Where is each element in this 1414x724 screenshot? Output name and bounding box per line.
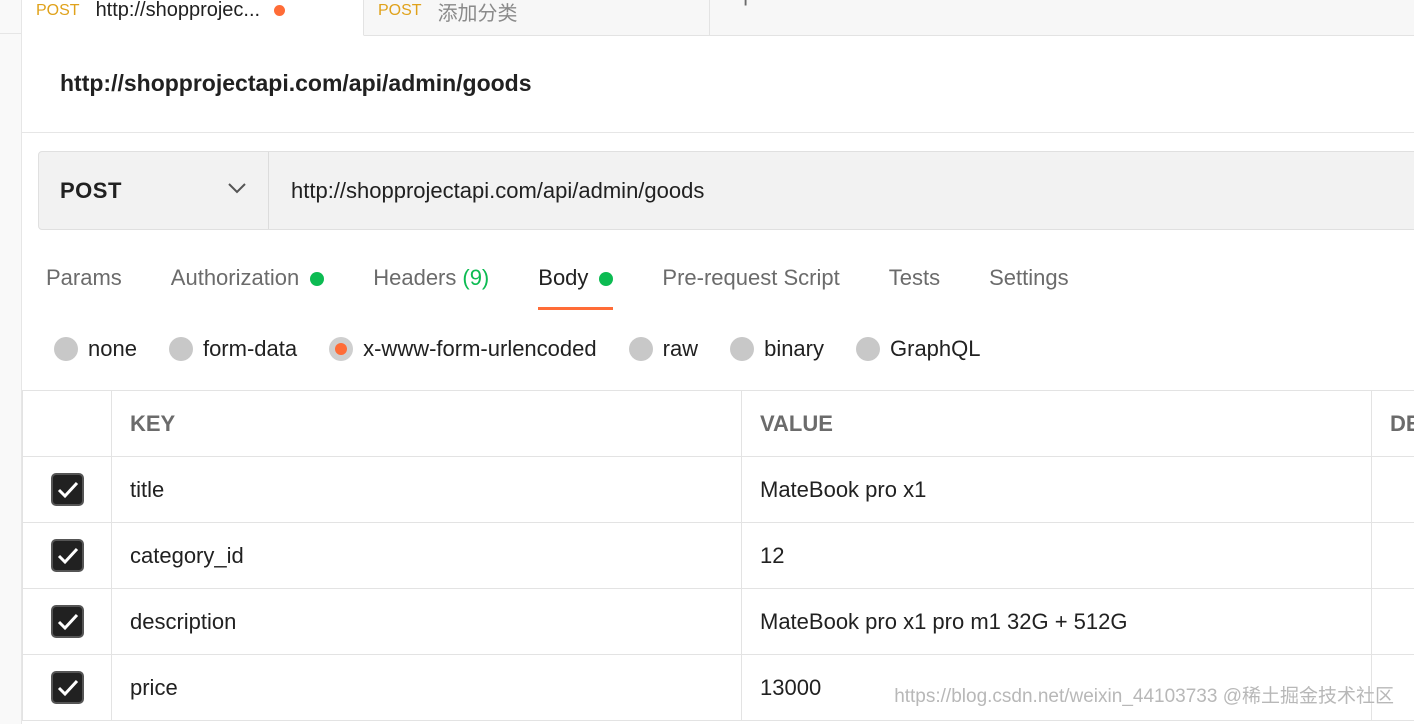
watermark: https://blog.csdn.net/weixin_44103733 @稀… bbox=[894, 686, 1394, 707]
headers-count: (9) bbox=[462, 265, 490, 290]
method-label: POST bbox=[60, 177, 122, 203]
radio-button[interactable] bbox=[856, 337, 880, 361]
radio-label: none bbox=[88, 336, 137, 361]
radio-button[interactable] bbox=[168, 337, 193, 361]
radio-label: binary bbox=[764, 336, 824, 361]
tab-headers[interactable]: Headers (9) bbox=[373, 262, 489, 310]
body-type-selector: none form-data x-www-form-urlencoded raw… bbox=[54, 336, 1013, 362]
description-cell[interactable] bbox=[1371, 588, 1414, 655]
body-type-urlencoded[interactable]: x-www-form-urlencoded bbox=[329, 336, 597, 362]
row-checkbox[interactable] bbox=[50, 539, 84, 572]
add-tab-button[interactable]: + bbox=[738, 0, 753, 15]
request-subtabs: Params Authorization Headers (9) Body Pre… bbox=[46, 262, 1118, 310]
table-header-row: KEY VALUE DE bbox=[22, 390, 1414, 457]
table-row: category_id 12 bbox=[22, 522, 1414, 589]
tab-label: Headers bbox=[373, 265, 457, 290]
tab-tests[interactable]: Tests bbox=[889, 262, 940, 310]
column-header-value: VALUE bbox=[741, 390, 1372, 457]
tab-label: Tests bbox=[888, 265, 941, 290]
key-cell[interactable]: price bbox=[111, 654, 742, 721]
status-dot-icon bbox=[599, 272, 614, 286]
tab-label: Pre-request Script bbox=[662, 265, 840, 290]
column-header-key: KEY bbox=[111, 390, 742, 457]
body-type-graphql[interactable]: GraphQL bbox=[856, 336, 981, 362]
unsaved-changes-dot bbox=[274, 5, 286, 16]
request-tab-strip: POST http://shopprojec... POST 添加分类 + bbox=[22, 0, 1414, 36]
key-cell[interactable]: description bbox=[111, 588, 742, 655]
left-sidebar-gutter bbox=[0, 0, 22, 724]
tab-authorization[interactable]: Authorization bbox=[170, 262, 325, 310]
request-name[interactable]: http://shopprojectapi.com/api/admin/good… bbox=[60, 70, 532, 97]
tab-title: http://shopprojec... bbox=[95, 0, 261, 21]
table-row: description MateBook pro x1 pro m1 32G +… bbox=[22, 588, 1414, 655]
tab-label: Params bbox=[46, 265, 122, 290]
checkmark-icon bbox=[57, 481, 78, 499]
value-cell[interactable]: MateBook pro x1 bbox=[741, 456, 1372, 523]
row-checkbox[interactable] bbox=[50, 605, 84, 638]
value-cell[interactable]: 12 bbox=[741, 522, 1372, 589]
body-type-none[interactable]: none bbox=[54, 336, 137, 362]
tab-label: Body bbox=[538, 265, 589, 290]
description-cell[interactable] bbox=[1371, 456, 1414, 523]
table-row: title MateBook pro x1 bbox=[22, 456, 1414, 523]
request-tab[interactable]: POST 添加分类 bbox=[364, 0, 710, 36]
tab-body[interactable]: Body bbox=[538, 262, 614, 310]
table-header-checkbox-column bbox=[22, 390, 112, 457]
checkmark-icon bbox=[57, 679, 78, 697]
request-tab-active[interactable]: POST http://shopprojec... bbox=[22, 0, 364, 36]
tab-title: 添加分类 bbox=[437, 2, 518, 25]
radio-label: raw bbox=[662, 336, 699, 361]
tab-params[interactable]: Params bbox=[46, 262, 122, 310]
radio-label: GraphQL bbox=[890, 336, 981, 361]
key-cell[interactable]: title bbox=[111, 456, 742, 523]
column-header-description: DE bbox=[1371, 390, 1414, 457]
checkmark-icon bbox=[57, 613, 78, 631]
url-input[interactable]: http://shopprojectapi.com/api/admin/good… bbox=[269, 152, 1414, 229]
status-dot-icon bbox=[310, 272, 325, 286]
row-checkbox[interactable] bbox=[50, 473, 84, 506]
divider bbox=[22, 132, 1414, 133]
tab-method: POST bbox=[378, 2, 422, 19]
body-params-table: KEY VALUE DE title MateBook pro x1 categ… bbox=[22, 390, 1414, 721]
tab-pre-request-script[interactable]: Pre-request Script bbox=[662, 262, 839, 310]
tab-label: Settings bbox=[989, 265, 1069, 290]
radio-button[interactable] bbox=[730, 337, 755, 361]
chevron-down-icon bbox=[228, 183, 246, 194]
body-type-form-data[interactable]: form-data bbox=[168, 336, 298, 362]
tab-label: Authorization bbox=[170, 265, 300, 290]
url-bar: POST http://shopprojectapi.com/api/admin… bbox=[38, 151, 1414, 230]
key-cell[interactable]: category_id bbox=[111, 522, 742, 589]
tab-method: POST bbox=[36, 1, 80, 19]
radio-button[interactable] bbox=[628, 337, 653, 361]
value-cell[interactable]: MateBook pro x1 pro m1 32G + 512G bbox=[741, 588, 1372, 655]
radio-button-selected[interactable] bbox=[329, 337, 354, 361]
checkmark-icon bbox=[57, 547, 78, 565]
body-type-binary[interactable]: binary bbox=[730, 336, 824, 362]
method-select[interactable]: POST bbox=[39, 152, 269, 229]
radio-label: x-www-form-urlencoded bbox=[363, 336, 597, 361]
row-checkbox[interactable] bbox=[50, 671, 84, 704]
radio-button[interactable] bbox=[54, 337, 78, 361]
radio-label: form-data bbox=[202, 336, 298, 361]
description-cell[interactable] bbox=[1371, 522, 1414, 589]
body-type-raw[interactable]: raw bbox=[628, 336, 699, 362]
tab-settings[interactable]: Settings bbox=[989, 262, 1069, 310]
